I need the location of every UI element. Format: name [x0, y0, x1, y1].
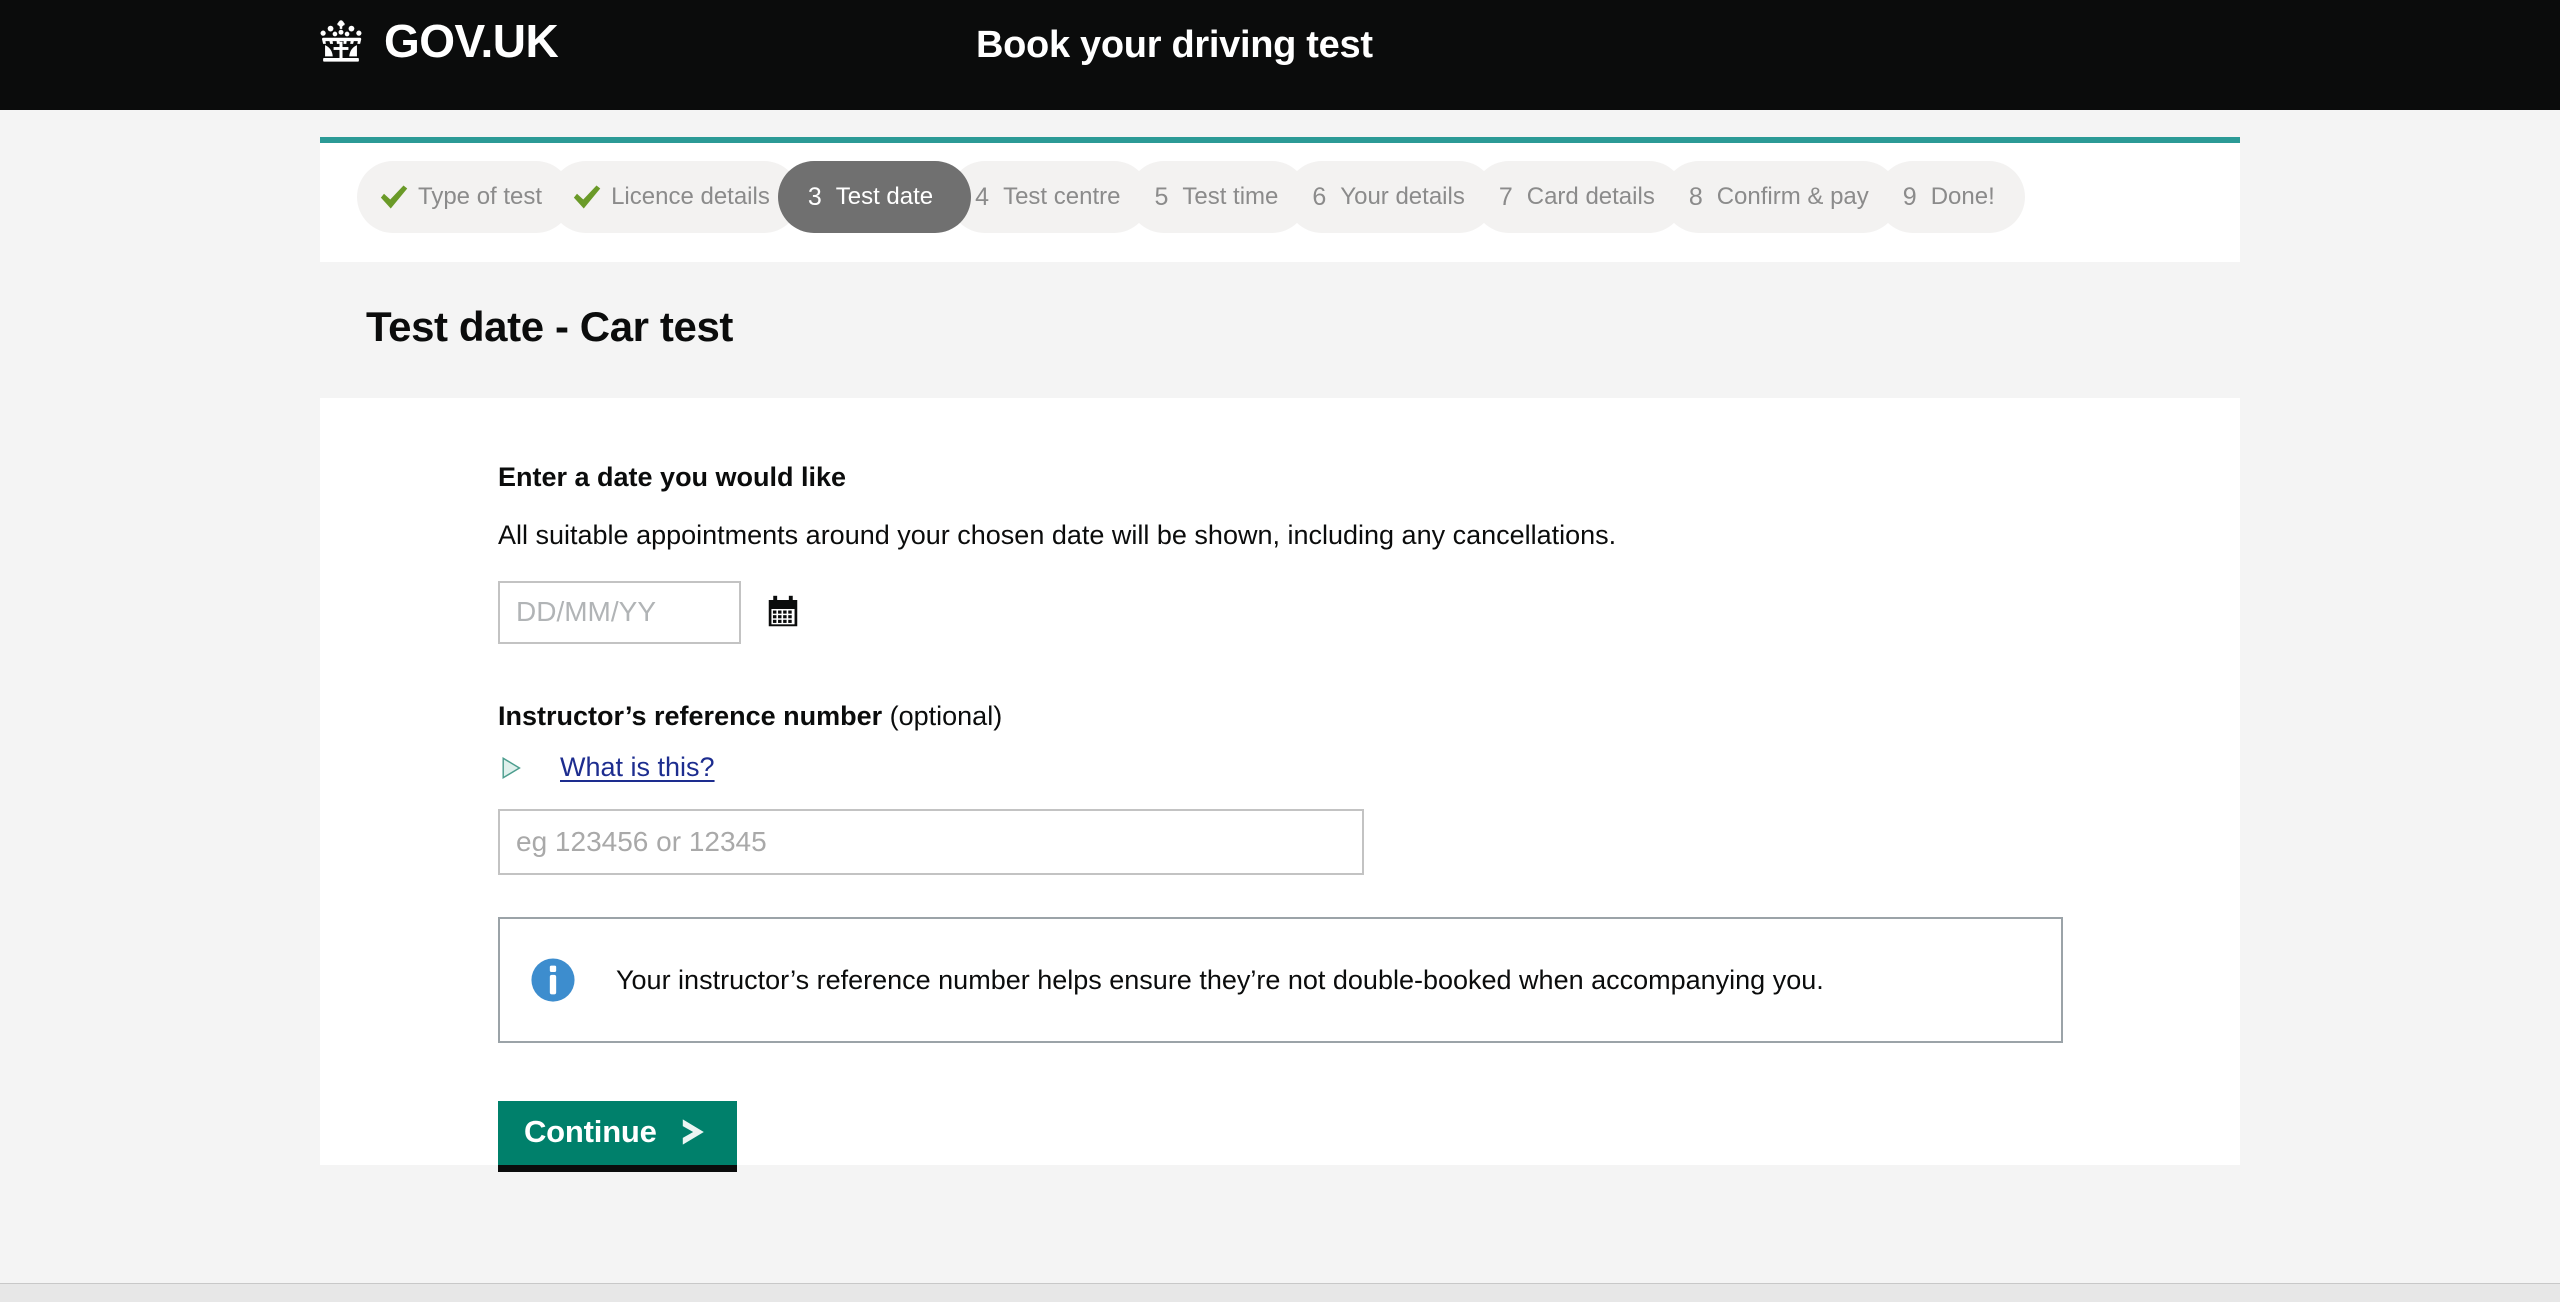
check-icon: [573, 185, 601, 209]
govuk-brand-text: GOV.UK: [384, 15, 559, 67]
progress-step-licence-details[interactable]: Licence details: [550, 161, 800, 233]
date-input-row: [498, 580, 2098, 644]
progress-step-number: 8: [1688, 182, 1703, 211]
progress-step-label: Confirm & pay: [1716, 183, 1869, 210]
progress-step-number: 9: [1902, 182, 1917, 211]
progress-step-label: Your details: [1340, 183, 1465, 210]
page-title-band: Test date - Car test: [320, 262, 2240, 399]
instructor-field-legend: Instructor’s reference number (optional): [498, 700, 2098, 732]
what-is-this-link[interactable]: What is this?: [560, 752, 715, 783]
what-is-this-disclosure[interactable]: What is this?: [498, 752, 2098, 783]
service-title: Book your driving test: [976, 24, 1373, 66]
instructor-optional-text: (optional): [882, 700, 1003, 731]
progress-step-label: Type of test: [418, 183, 543, 210]
progress-step-type-of-test[interactable]: Type of test: [357, 161, 573, 233]
page-title: Test date - Car test: [366, 303, 733, 350]
calendar-icon[interactable]: [765, 594, 801, 630]
date-field-legend: Enter a date you would like: [498, 462, 847, 493]
instructor-reference-input[interactable]: [498, 809, 1364, 876]
continue-button[interactable]: Continue: [498, 1101, 737, 1166]
progress-step-test-time[interactable]: 5 Test time: [1128, 161, 1309, 233]
triangle-right-icon[interactable]: [498, 755, 524, 781]
progress-step-your-details[interactable]: 6 Your details: [1286, 161, 1495, 233]
chevron-right-icon: [682, 1119, 704, 1145]
progress-steps-list: Type of test Licence details 3 Test date 4 Te…: [357, 161, 2025, 233]
check-icon: [380, 185, 408, 209]
progress-step-test-centre[interactable]: 4 Test centre: [949, 161, 1151, 233]
form-body: Enter a date you would like All suitable…: [320, 398, 2240, 1166]
app-window: GOV.UK Book your driving test Type of te…: [0, 0, 2560, 1302]
progress-step-number: 3: [807, 182, 822, 211]
main-container: Type of test Licence details 3 Test date 4 Te…: [320, 137, 2240, 1166]
progress-step-test-date[interactable]: 3 Test date: [777, 161, 972, 233]
progress-steps: Type of test Licence details 3 Test date 4 Te…: [320, 143, 2240, 262]
info-panel: Your instructor’s reference number helps…: [498, 917, 2063, 1044]
crown-icon: [320, 20, 362, 62]
test-date-input[interactable]: [498, 580, 741, 644]
progress-step-number: 4: [975, 182, 990, 211]
progress-step-confirm-pay[interactable]: 8 Confirm & pay: [1662, 161, 1899, 233]
info-panel-text: Your instructor’s reference number helps…: [616, 964, 1824, 995]
instructor-legend-text: Instructor’s reference number: [498, 700, 883, 731]
progress-step-label: Card details: [1526, 183, 1655, 210]
progress-step-label: Done!: [1930, 183, 1995, 210]
progress-step-label: Licence details: [611, 183, 770, 210]
continue-button-label: Continue: [524, 1114, 657, 1150]
info-icon: [531, 958, 575, 1002]
date-field-hint: All suitable appointments around your ch…: [498, 519, 1617, 550]
progress-step-number: 7: [1498, 182, 1513, 211]
govuk-masthead: GOV.UK Book your driving test: [0, 0, 2560, 110]
progress-step-label: Test time: [1182, 183, 1279, 210]
progress-step-number: 6: [1312, 182, 1327, 211]
bottom-scrollbar-strip[interactable]: [0, 1283, 2560, 1302]
progress-step-card-details[interactable]: 7 Card details: [1472, 161, 1685, 233]
progress-step-label: Test centre: [1003, 183, 1121, 210]
progress-step-done[interactable]: 9 Done!: [1876, 161, 2025, 233]
progress-step-number: 5: [1154, 182, 1169, 211]
govuk-logo-link[interactable]: GOV.UK: [312, 15, 559, 67]
progress-step-label: Test date: [835, 183, 934, 210]
